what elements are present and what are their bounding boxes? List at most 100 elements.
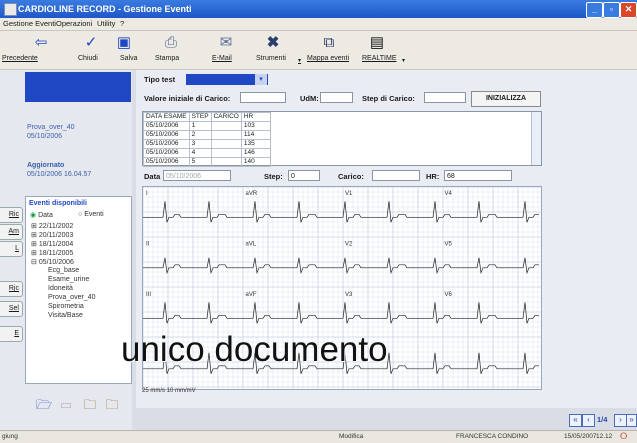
table-row[interactable]: 05/10/2006 1 103 bbox=[143, 121, 271, 131]
menu-help[interactable]: ? bbox=[120, 19, 124, 28]
tree-node[interactable]: ⊞ 18/11/2004 bbox=[31, 240, 73, 248]
toolbar: ⇦ Precedente ✓ Chiudi ▣ Salva ⎙ Stampa ✉… bbox=[0, 31, 637, 70]
updated-label: Aggiornato bbox=[27, 162, 65, 169]
table-cell: 4 bbox=[188, 148, 212, 158]
side-button-sel[interactable]: Sel bbox=[0, 301, 23, 317]
table-cell bbox=[210, 148, 242, 158]
ecg-lead-label: aVR bbox=[246, 191, 258, 197]
folder-open-icon[interactable]: 🗁 bbox=[35, 397, 53, 413]
tree-leaf[interactable]: Visita/Base bbox=[48, 312, 83, 319]
strumenti-button[interactable]: Strumenti bbox=[256, 55, 286, 62]
maximize-icon[interactable]: ▫ bbox=[603, 2, 620, 18]
table-row[interactable]: 05/10/2006 2 114 bbox=[143, 130, 271, 140]
ecg-trace bbox=[143, 302, 539, 324]
close-icon[interactable]: ✕ bbox=[620, 2, 637, 18]
status-left: giung bbox=[2, 433, 18, 440]
ecg-footer: 25 mm/s 10 mm/mV bbox=[142, 388, 196, 394]
monitor-icon[interactable]: ▤ bbox=[366, 34, 388, 52]
folder-edit-icon[interactable]: 🗀 bbox=[81, 397, 99, 413]
menu-utility[interactable]: Utility bbox=[97, 19, 115, 28]
tree-node[interactable]: ⊞ 22/11/2002 bbox=[31, 222, 73, 230]
tree-leaf[interactable]: Esame_urine bbox=[48, 276, 89, 283]
checkmark-icon[interactable]: ✓ bbox=[80, 34, 102, 52]
step-input[interactable]: 0 bbox=[288, 170, 320, 181]
tools-icon[interactable]: ✖ bbox=[262, 34, 284, 52]
tipo-test-label: Tipo test bbox=[144, 75, 176, 84]
step-carico-input[interactable] bbox=[424, 92, 466, 103]
events-panel: Eventi disponibili ◉ Data ○ Eventi ⊞ 22/… bbox=[25, 196, 132, 384]
salva-button[interactable]: Salva bbox=[120, 55, 138, 62]
tree-leaf[interactable]: Prova_over_40 bbox=[48, 294, 95, 301]
carico-input[interactable] bbox=[372, 170, 420, 181]
table-header: STEP bbox=[188, 112, 212, 122]
udm-input[interactable] bbox=[320, 92, 353, 103]
ecg-lead-label: V1 bbox=[345, 191, 353, 197]
printer-icon[interactable]: ⎙ bbox=[160, 34, 182, 52]
table-cell: 05/10/2006 bbox=[143, 157, 190, 167]
side-button-ric[interactable]: Ric bbox=[0, 207, 23, 223]
chevron-down-icon[interactable]: ▾ bbox=[255, 74, 267, 85]
chiudi-button[interactable]: Chiudi bbox=[78, 55, 98, 62]
folder-export-icon[interactable]: 🗀 bbox=[103, 397, 121, 413]
side-button-l[interactable]: L bbox=[0, 241, 23, 257]
patient-photo-placeholder bbox=[25, 72, 131, 102]
tree-leaf[interactable]: Ecg_base bbox=[48, 267, 79, 274]
hr-label: HR: bbox=[426, 172, 440, 181]
status-date: 15/05/2007 bbox=[564, 433, 597, 440]
ecg-lead-label: aVF bbox=[246, 292, 257, 298]
carico-label: Carico: bbox=[338, 172, 364, 181]
table-cell: 1 bbox=[188, 121, 212, 131]
updated-value: 05/10/2006 16.04.57 bbox=[27, 171, 92, 178]
side-button-e[interactable]: E bbox=[0, 326, 23, 342]
realtime-button[interactable]: REALTIME bbox=[362, 55, 397, 62]
menu-bar: Gestione Eventi Operazioni Utility ? bbox=[0, 18, 637, 31]
table-scrollbar[interactable] bbox=[531, 112, 541, 165]
valore-iniziale-input[interactable] bbox=[240, 92, 286, 103]
table-cell bbox=[210, 121, 242, 131]
overlay-caption: unico documento bbox=[121, 330, 388, 369]
first-page-button[interactable]: « bbox=[569, 414, 582, 427]
udm-label: UdM: bbox=[300, 94, 319, 103]
side-button-rjc[interactable]: Rjc bbox=[0, 281, 23, 297]
power-icon[interactable]: ⭘ bbox=[620, 431, 627, 442]
events-actions: 🗁 ▭ 🗀 🗀 bbox=[25, 393, 130, 419]
step-label: Step: bbox=[264, 172, 283, 181]
table-row[interactable]: 05/10/2006 4 146 bbox=[143, 148, 271, 158]
precedente-button[interactable]: Precedente bbox=[2, 55, 38, 62]
side-button-am[interactable]: Am bbox=[0, 224, 23, 240]
inizializza-button[interactable]: INIZIALIZZA bbox=[471, 91, 541, 107]
map-icon[interactable]: ⧉ bbox=[318, 34, 340, 52]
prev-page-button[interactable]: ‹ bbox=[582, 414, 595, 427]
email-icon[interactable]: ✉ bbox=[215, 34, 237, 52]
table-cell bbox=[210, 130, 242, 140]
table-header: CARICO bbox=[210, 112, 242, 122]
data-input[interactable]: 05/10/2006 bbox=[163, 170, 231, 181]
mappa-eventi-button[interactable]: Mappa eventi bbox=[307, 55, 349, 62]
tree-node[interactable]: ⊞ 20/11/2003 bbox=[31, 231, 73, 239]
table-cell: 103 bbox=[240, 121, 271, 131]
new-document-icon[interactable]: ▭ bbox=[57, 397, 75, 413]
menu-gestione-eventi[interactable]: Gestione Eventi bbox=[3, 19, 56, 28]
stampa-button[interactable]: Stampa bbox=[155, 55, 179, 62]
steps-table[interactable]: DATA ESAME STEP CARICO HR 05/10/2006 1 1… bbox=[142, 111, 542, 167]
sort-date-radio[interactable]: ◉ Data bbox=[30, 211, 53, 219]
table-row[interactable]: 05/10/2006 3 135 bbox=[143, 139, 271, 149]
tree-node[interactable]: ⊞ 18/11/2005 bbox=[31, 249, 73, 257]
table-row[interactable]: 05/10/2006 5 140 bbox=[143, 157, 271, 167]
last-page-button[interactable]: » bbox=[626, 414, 637, 427]
back-arrow-icon[interactable]: ⇦ bbox=[30, 34, 52, 52]
sort-events-radio[interactable]: ○ Eventi bbox=[78, 211, 104, 218]
menu-operazioni[interactable]: Operazioni bbox=[56, 19, 92, 28]
save-icon[interactable]: ▣ bbox=[113, 34, 135, 52]
email-button[interactable]: E-Mail bbox=[212, 55, 232, 62]
table-cell: 146 bbox=[240, 148, 271, 158]
hr-input[interactable]: 68 bbox=[444, 170, 512, 181]
tree-node[interactable]: ⊟ 05/10/2006 bbox=[31, 258, 74, 266]
ecg-lead-label: V3 bbox=[345, 292, 353, 298]
table-cell bbox=[210, 139, 242, 149]
tree-leaf[interactable]: Idoneità bbox=[48, 285, 73, 292]
status-user: FRANCESCA CONDINO bbox=[456, 433, 529, 440]
tree-leaf[interactable]: Spirometria bbox=[48, 303, 84, 310]
minimize-icon[interactable]: _ bbox=[586, 2, 603, 18]
ecg-lead-label: III bbox=[146, 292, 151, 298]
